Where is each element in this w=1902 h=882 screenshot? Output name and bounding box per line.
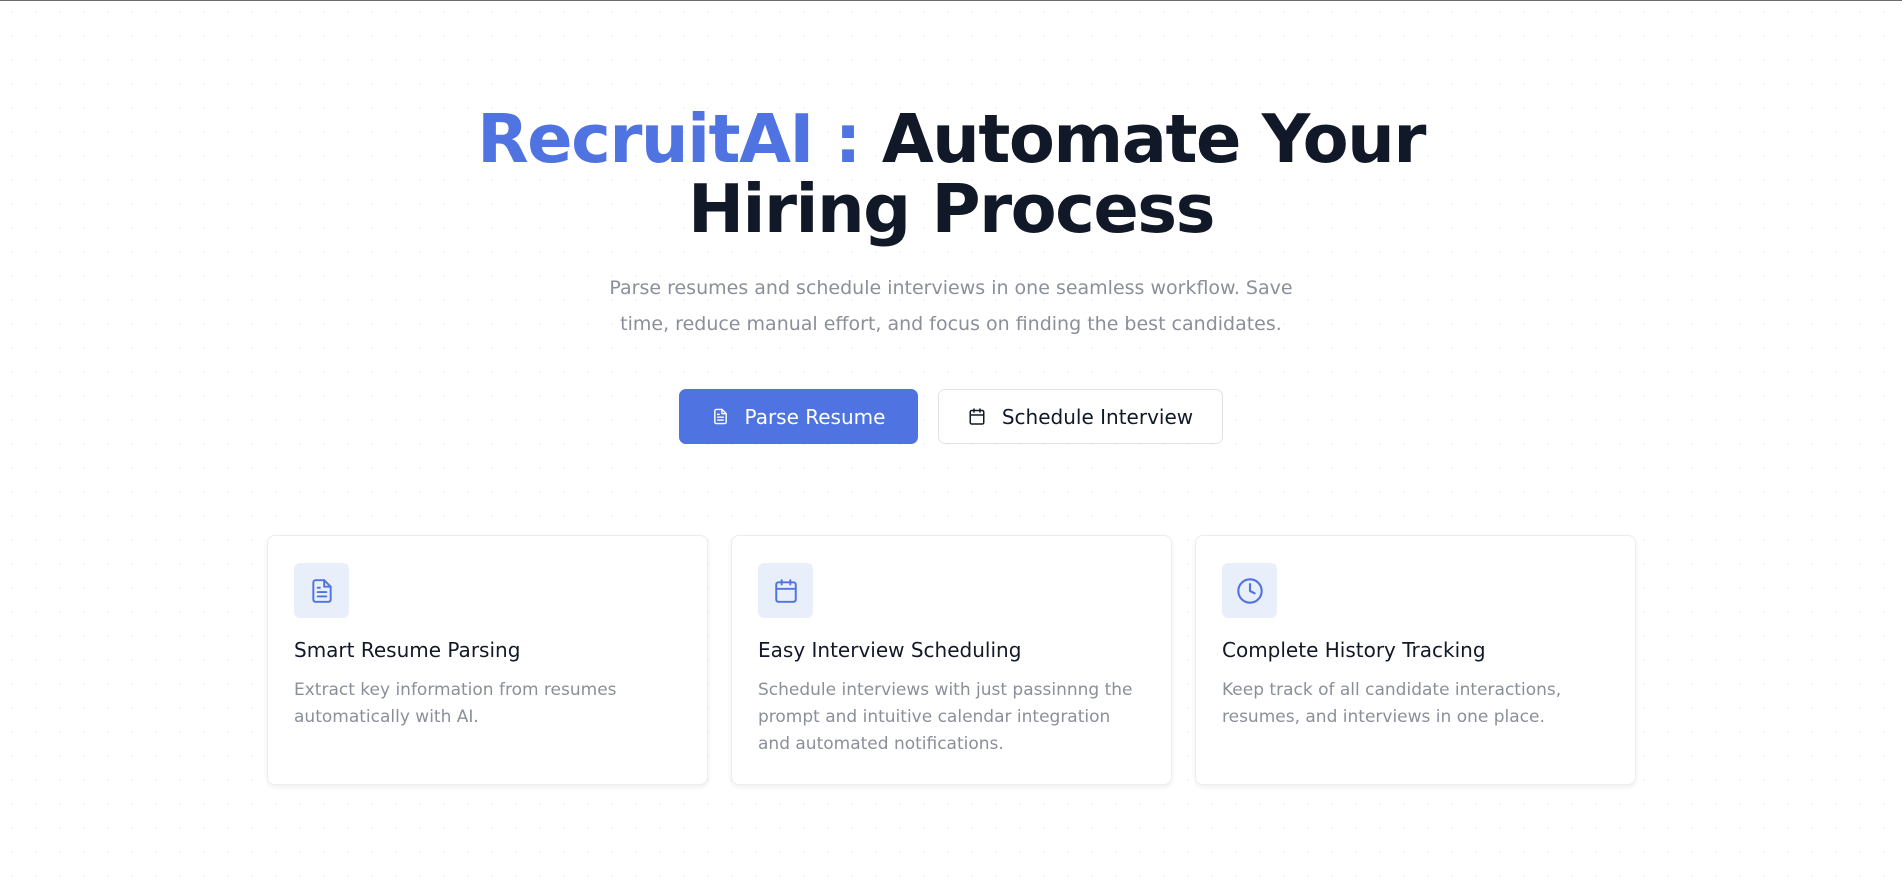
document-icon: [311, 578, 332, 603]
clock-icon: [1236, 577, 1263, 604]
parse-resume-label: Parse Resume: [744, 404, 886, 429]
document-icon: [713, 408, 727, 425]
schedule-interview-button[interactable]: Schedule Interview: [938, 389, 1223, 444]
feature-icon-badge: [294, 563, 349, 618]
feature-card-history-tracking: Complete History Tracking Keep track of …: [1195, 535, 1636, 785]
schedule-interview-label: Schedule Interview: [1001, 404, 1194, 429]
feature-description: Keep track of all candidate interactions…: [1222, 680, 1562, 727]
calendar-icon: [774, 578, 797, 603]
feature-icon-badge: [1222, 563, 1277, 618]
feature-icon-badge: [758, 563, 813, 618]
feature-title: Complete History Tracking: [1222, 638, 1486, 662]
brand-name: RecruitAI :: [477, 100, 861, 178]
feature-card-resume-parsing: Smart Resume Parsing Extract key informa…: [267, 535, 708, 785]
calendar-icon: [969, 408, 985, 425]
feature-title: Easy Interview Scheduling: [758, 638, 1022, 662]
hero-subtitle: Parse resumes and schedule interviews in…: [609, 277, 1293, 335]
features-grid: Smart Resume Parsing Extract key informa…: [267, 535, 1636, 785]
parse-resume-button[interactable]: Parse Resume: [679, 389, 918, 444]
hero-title: RecruitAI : Automate Your Hiring Process: [401, 104, 1501, 244]
feature-title: Smart Resume Parsing: [294, 638, 521, 662]
hero-actions: Parse Resume Schedule Interview: [0, 389, 1902, 444]
feature-card-interview-scheduling: Easy Interview Scheduling Schedule inter…: [731, 535, 1172, 785]
hero-section: RecruitAI : Automate Your Hiring Process…: [0, 104, 1902, 342]
feature-description: Extract key information from resumes aut…: [294, 680, 617, 727]
feature-description: Schedule interviews with just passinnng …: [758, 680, 1133, 754]
